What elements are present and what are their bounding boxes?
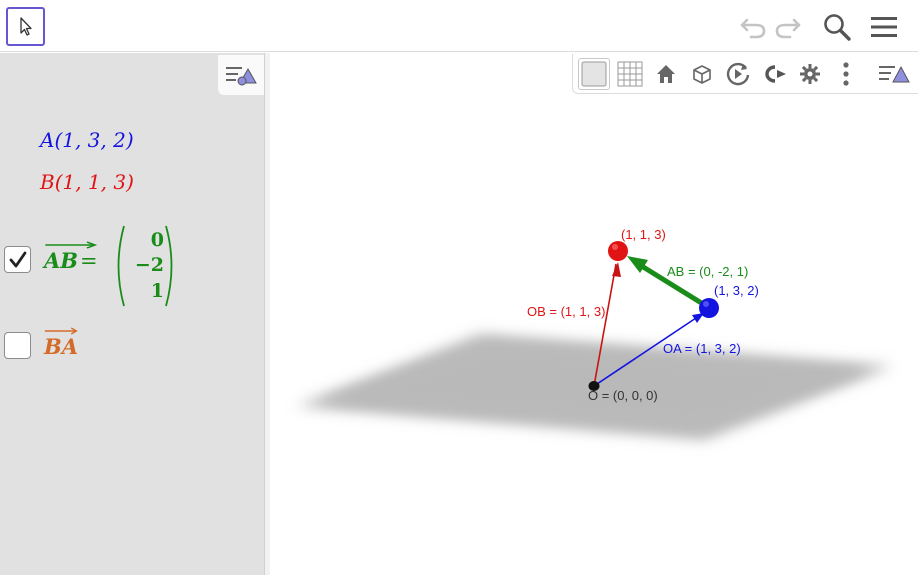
label-origin: O = (0, 0, 0) xyxy=(588,388,658,403)
grid-icon xyxy=(617,61,643,87)
point-a[interactable] xyxy=(699,298,719,318)
axes-toggle-icon xyxy=(581,61,607,87)
settings-icon xyxy=(800,64,820,84)
cube-view-icon xyxy=(693,65,711,84)
style-bar-icon xyxy=(879,65,910,83)
graphics-style-bar xyxy=(572,54,918,94)
rotate-view-icon xyxy=(726,62,750,86)
toggle-axes-button[interactable] xyxy=(578,58,610,90)
label-vector-oa: OA = (1, 3, 2) xyxy=(663,341,741,356)
rotate-view-button[interactable] xyxy=(722,58,754,90)
graphics-settings-button[interactable] xyxy=(794,58,826,90)
standard-view-button[interactable] xyxy=(650,58,682,90)
more-vertical-icon xyxy=(843,62,849,86)
point-b[interactable] xyxy=(608,241,628,261)
label-point-b: (1, 1, 3) xyxy=(621,227,666,242)
label-point-a: (1, 3, 2) xyxy=(714,283,759,298)
label-vector-ob: OB = (1, 1, 3) xyxy=(527,304,605,319)
view-direction-button[interactable] xyxy=(686,58,718,90)
graphics-style-bar-toggle[interactable] xyxy=(876,58,912,90)
point-a-highlight xyxy=(703,301,709,307)
toggle-grid-button[interactable] xyxy=(614,58,646,90)
more-options-button[interactable] xyxy=(830,58,862,90)
projection-icon xyxy=(765,65,786,83)
projection-button[interactable] xyxy=(758,58,790,90)
home-icon xyxy=(657,65,675,83)
point-b-highlight xyxy=(612,244,618,250)
label-vector-ab: AB = (0, -2, 1) xyxy=(667,264,748,279)
geogebra-3d-app: A(1, 3, 2) B(1, 1, 3) AB= 0 −2 1 BA (1, … xyxy=(0,0,918,575)
